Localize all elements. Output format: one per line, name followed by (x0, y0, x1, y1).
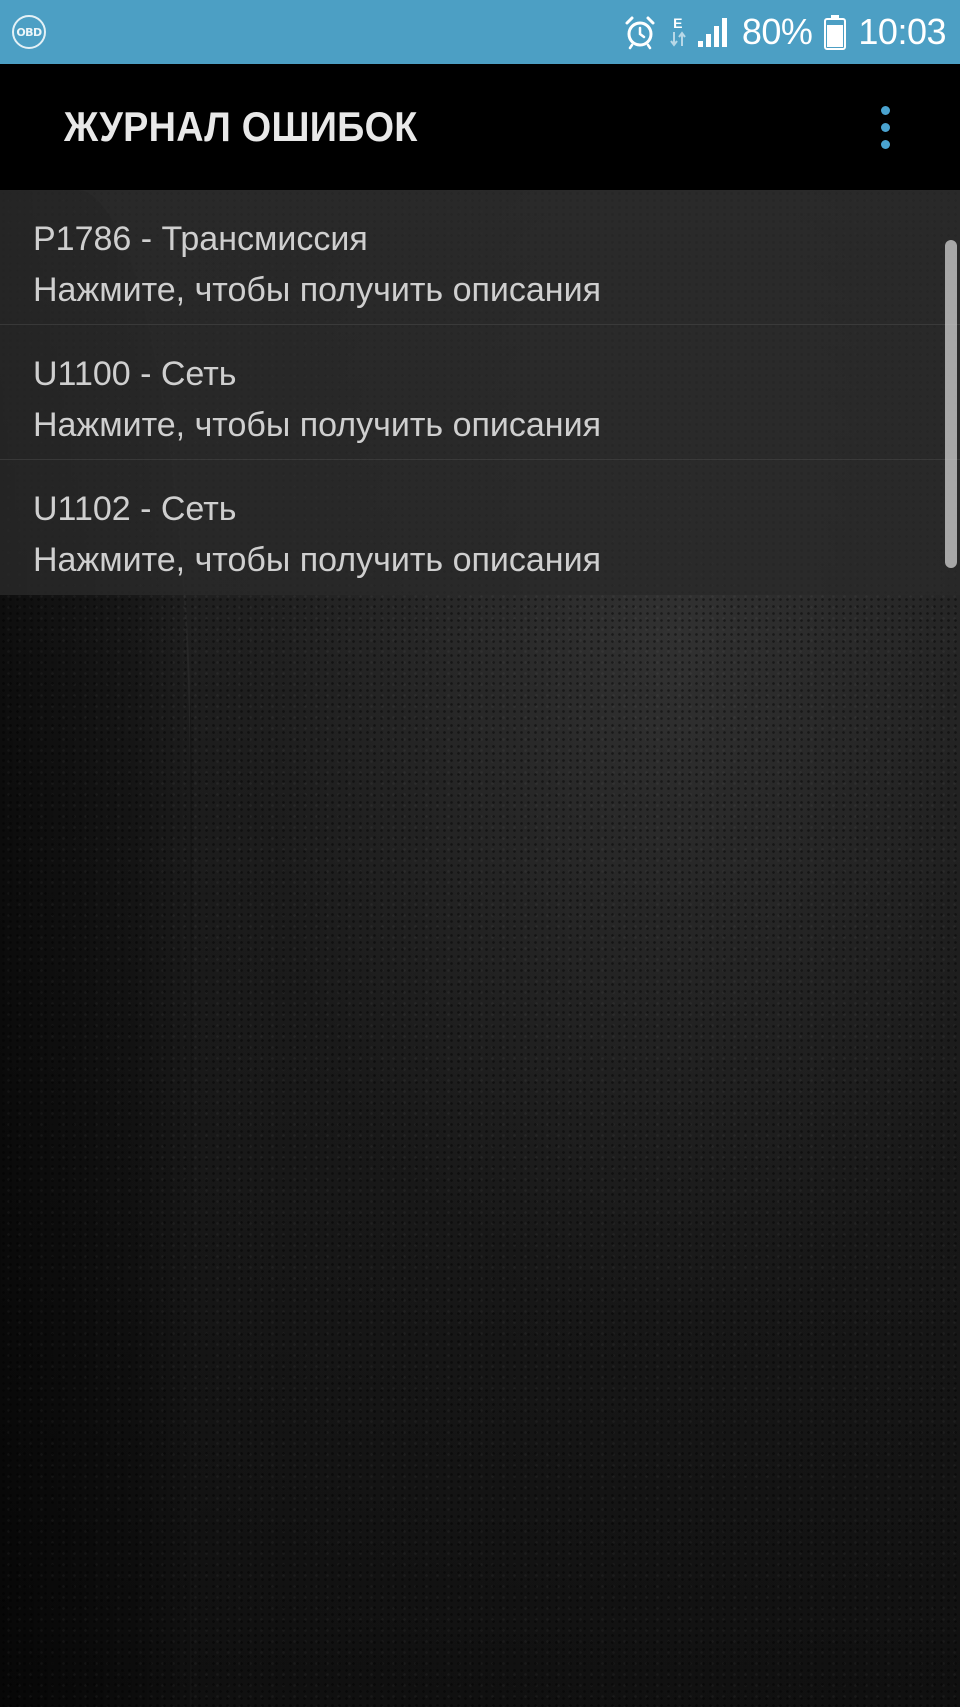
error-code-list: P1786 - Трансмиссия Нажмите, чтобы получ… (0, 190, 960, 595)
list-item[interactable]: U1100 - Сеть Нажмите, чтобы получить опи… (0, 325, 960, 460)
error-code-title: U1100 - Сеть (33, 355, 237, 393)
status-bar: OBD E 80% 10:03 (0, 0, 960, 64)
network-type-label: E (673, 15, 683, 31)
menu-dot (880, 139, 890, 149)
menu-dot (880, 122, 890, 132)
error-code-hint: Нажмите, чтобы получить описания (33, 541, 601, 579)
list-item[interactable]: U1102 - Сеть Нажмите, чтобы получить опи… (0, 460, 960, 595)
obd-icon-label: OBD (16, 25, 42, 39)
scrollbar[interactable] (945, 240, 957, 568)
network-arrows-icon: E (670, 16, 686, 48)
error-code-hint: Нажмите, чтобы получить описания (33, 406, 601, 444)
battery-percent: 80% (741, 11, 813, 52)
clock: 10:03 (858, 11, 946, 52)
signal-icon (696, 15, 730, 49)
error-code-title: P1786 - Трансмиссия (33, 220, 368, 258)
overflow-menu-icon[interactable] (870, 97, 900, 157)
screen: OBD E 80% 10:03 ЖУРНАЛ ОШИБОК P1786 - Тр… (0, 0, 960, 1707)
battery-icon (824, 14, 847, 50)
status-icons: E 80% 10:03 (622, 11, 946, 53)
obd-icon: OBD (12, 15, 46, 49)
alarm-icon (622, 14, 658, 50)
list-item[interactable]: P1786 - Трансмиссия Нажмите, чтобы получ… (0, 190, 960, 325)
error-code-hint: Нажмите, чтобы получить описания (33, 271, 601, 309)
app-bar: ЖУРНАЛ ОШИБОК (0, 64, 960, 190)
page-title: ЖУРНАЛ ОШИБОК (64, 103, 418, 150)
menu-dot (880, 105, 890, 115)
error-code-title: U1102 - Сеть (33, 490, 237, 528)
